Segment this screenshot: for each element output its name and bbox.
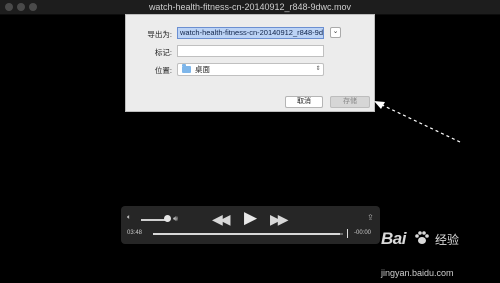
folder-icon bbox=[182, 64, 191, 73]
location-select[interactable]: 桌面 ⇕ bbox=[177, 63, 324, 76]
playhead[interactable] bbox=[347, 229, 348, 238]
time-elapsed: 03:48 bbox=[127, 230, 143, 236]
location-label: 位置: bbox=[154, 66, 172, 75]
watermark-site-name: 经验 bbox=[435, 233, 460, 247]
chevron-down-icon: ⌄ bbox=[332, 28, 339, 35]
expand-dialog-button[interactable]: ⌄ bbox=[330, 27, 341, 38]
time-remaining: -00:00 bbox=[354, 230, 372, 236]
share-icon[interactable]: ⇪ bbox=[367, 213, 374, 222]
play-icon[interactable]: ▶ bbox=[244, 208, 257, 228]
title-bar: watch-health-fitness-cn-20140912_r848-9d… bbox=[0, 0, 500, 15]
progress-scrubber[interactable] bbox=[153, 233, 343, 235]
location-value: 桌面 bbox=[195, 65, 210, 74]
tags-label: 标记: bbox=[154, 48, 172, 57]
export-as-label: 导出为: bbox=[147, 30, 172, 39]
window-title: watch-health-fitness-cn-20140912_r848-9d… bbox=[148, 2, 352, 12]
volume-high-icon[interactable]: 🔊︎ bbox=[173, 214, 178, 224]
cancel-button[interactable]: 取消 bbox=[285, 96, 323, 108]
export-as-input[interactable]: watch-health-fitness-cn-20140912_r848-9d… bbox=[177, 27, 324, 39]
tags-input[interactable] bbox=[177, 45, 324, 57]
save-dialog: 导出为: watch-health-fitness-cn-20140912_r8… bbox=[125, 14, 375, 112]
watermark-url: jingyan.baidu.com bbox=[381, 268, 454, 278]
updown-arrows-icon: ⇕ bbox=[315, 66, 321, 72]
playback-controls: 🔈︎ 🔊︎ ◀◀ ▶ ▶▶ ⇪ 03:48 -00:00 bbox=[121, 206, 380, 244]
save-button[interactable]: 存储 bbox=[330, 96, 370, 108]
fast-forward-icon[interactable]: ▶▶ bbox=[270, 211, 288, 228]
volume-knob[interactable] bbox=[164, 215, 171, 222]
progress-fill bbox=[153, 233, 341, 235]
watermark-logo: Bai bbox=[381, 229, 406, 248]
paw-icon bbox=[415, 231, 429, 244]
rewind-icon[interactable]: ◀◀ bbox=[212, 211, 230, 228]
volume-low-icon[interactable]: 🔈︎ bbox=[127, 214, 131, 222]
dashed-pointer-arrow bbox=[374, 101, 461, 143]
